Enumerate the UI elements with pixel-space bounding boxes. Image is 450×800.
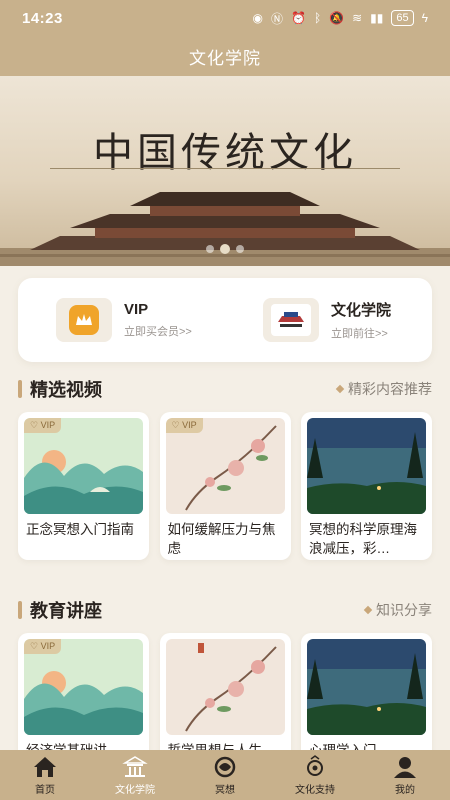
night-thumbnail	[307, 639, 426, 735]
carousel-indicator[interactable]	[0, 244, 450, 254]
bottom-nav: 首页 文化学院 冥想 文化支持 我的	[0, 750, 450, 800]
vip-subtitle: 立即买会员>>	[124, 326, 192, 338]
eye-icon: ◉	[252, 11, 263, 25]
vip-tag: ♡ VIP	[24, 418, 62, 433]
vip-tag: ♡ VIP	[24, 639, 62, 654]
video-thumbnail	[307, 418, 426, 514]
carousel-dot-active[interactable]	[220, 244, 230, 254]
mute-icon: 🔕	[329, 11, 345, 25]
lectures-section-header: 教育讲座 知识分享	[18, 598, 432, 622]
section-accent-bar	[18, 380, 22, 398]
meditation-icon	[214, 756, 236, 777]
video-title: 冥想的科学原理海浪减压，彩…	[309, 522, 417, 556]
culture-title: 文化学院	[331, 302, 392, 319]
carousel-dot[interactable]	[236, 245, 244, 253]
vip-tag: ♡ VIP	[165, 418, 203, 433]
section-more-label: 精彩内容推荐	[348, 381, 432, 397]
night-thumbnail	[307, 418, 426, 514]
wifi-icon: ≋	[352, 11, 363, 25]
lecture-thumbnail	[307, 639, 426, 735]
lecture-thumbnail: ♡ VIP	[24, 639, 143, 735]
video-thumbnail: ♡ VIP	[165, 418, 285, 514]
status-bar: 14:23 ◉ Ⓝ ⏰ ᛒ 🔕 ≋ ▮▮ 65 ϟ	[0, 0, 450, 36]
nav-culture-support[interactable]: 文化支持	[270, 750, 360, 800]
video-title: 正念冥想入门指南	[26, 522, 134, 537]
vip-icon-box	[56, 298, 112, 342]
video-thumbnail: ♡ VIP	[24, 418, 143, 514]
culture-subtitle: 立即前往>>	[331, 328, 388, 340]
video-card[interactable]: ♡ VIP 如何缓解压力与焦虑	[159, 412, 291, 560]
featured-more-link[interactable]: 精彩内容推荐	[335, 379, 432, 399]
nfc-icon: Ⓝ	[270, 11, 283, 26]
bluetooth-icon: ᛒ	[313, 11, 322, 25]
alarm-icon: ⏰	[291, 11, 306, 25]
video-card[interactable]: ♡ VIP 正念冥想入门指南	[18, 412, 149, 560]
blossom-thumbnail	[165, 639, 285, 735]
section-more-label: 知识分享	[376, 602, 432, 618]
featured-video-row: ♡ VIP 正念冥想入门指南 ♡ VIP 如何缓解压力与焦虑 冥想的科学原理海浪…	[18, 412, 432, 560]
crown-icon	[69, 305, 99, 335]
page-title: 文化学院	[189, 48, 261, 68]
vip-entry[interactable]: VIP 立即买会员>>	[18, 298, 225, 342]
nav-culture-academy[interactable]: 文化学院	[90, 750, 180, 800]
lecture-thumbnail	[165, 639, 285, 735]
signal-icon: ▮▮	[370, 11, 384, 25]
nav-label: 首页	[35, 784, 55, 796]
nav-label: 文化学院	[115, 784, 155, 796]
section-title: 精选视频	[30, 380, 102, 400]
diamond-icon	[363, 605, 373, 615]
nav-label: 文化支持	[295, 784, 335, 796]
lectures-more-link[interactable]: 知识分享	[363, 600, 432, 620]
culture-icon-box	[263, 298, 319, 342]
nav-profile[interactable]: 我的	[360, 750, 450, 800]
hero-divider	[50, 168, 400, 169]
carousel-dot[interactable]	[206, 245, 214, 253]
nav-meditation[interactable]: 冥想	[180, 750, 270, 800]
nav-home[interactable]: 首页	[0, 750, 90, 800]
app-header: 文化学院	[0, 36, 450, 76]
nav-label: 我的	[395, 784, 415, 796]
status-time: 14:23	[22, 9, 63, 27]
quick-access-card: VIP 立即买会员>> 文化学院 立即前往>>	[18, 278, 432, 362]
culture-academy-entry[interactable]: 文化学院 立即前往>>	[225, 298, 432, 342]
hero-title: 中国传统文化	[93, 130, 357, 176]
video-title: 如何缓解压力与焦虑	[167, 522, 276, 556]
video-card[interactable]: 冥想的科学原理海浪减压，彩…	[301, 412, 432, 560]
section-accent-bar	[18, 601, 22, 619]
temple-icon	[122, 755, 148, 777]
hero-banner[interactable]: 中国传统文化	[0, 76, 450, 266]
home-icon	[34, 756, 56, 777]
profile-icon	[394, 756, 416, 778]
culture-logo-icon	[271, 304, 311, 336]
section-title: 教育讲座	[30, 601, 102, 621]
support-icon	[307, 754, 323, 776]
vip-title: VIP	[124, 301, 149, 318]
charging-icon: ϟ	[421, 11, 428, 25]
featured-section-header: 精选视频 精彩内容推荐	[18, 377, 432, 401]
battery-icon: 65	[391, 10, 414, 26]
palace-illustration	[0, 192, 450, 266]
diamond-icon	[335, 384, 345, 394]
nav-label: 冥想	[215, 784, 235, 796]
status-icons: ◉ Ⓝ ⏰ ᛒ 🔕 ≋ ▮▮ 65 ϟ	[252, 10, 428, 27]
